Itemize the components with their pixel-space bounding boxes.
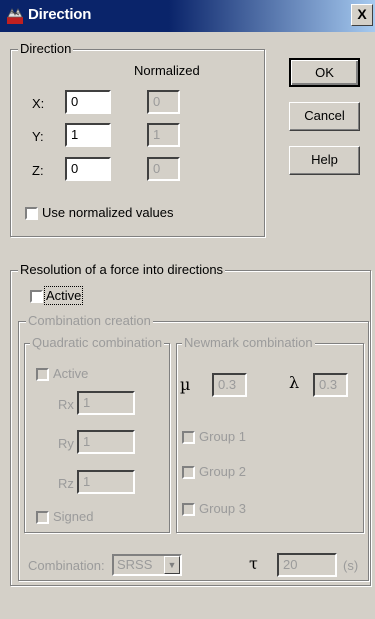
ok-button[interactable]: OK: [289, 58, 360, 87]
mu-input[interactable]: 0.3: [212, 373, 247, 397]
quadratic-active-label: Active: [53, 366, 89, 381]
window-title: Direction: [28, 6, 92, 23]
direction-group-label: Direction: [18, 41, 74, 56]
chevron-down-icon[interactable]: ▼: [164, 556, 180, 574]
resolution-active-checkbox[interactable]: [30, 290, 43, 303]
tau-symbol: τ: [249, 554, 258, 573]
newmark-group-label: Newmark combination: [182, 335, 315, 350]
z-input[interactable]: 0: [65, 157, 111, 181]
group-1-checkbox[interactable]: [182, 431, 195, 444]
x-input[interactable]: 0: [65, 90, 111, 114]
group-2-checkbox[interactable]: [182, 466, 195, 479]
quadratic-active-checkbox[interactable]: [36, 368, 49, 381]
rx-input[interactable]: 1: [77, 391, 135, 415]
ry-label: Ry: [58, 436, 74, 451]
lambda-symbol: λ: [289, 373, 300, 392]
tau-unit-label: (s): [343, 558, 359, 573]
y-input[interactable]: 1: [65, 123, 111, 147]
use-normalized-label: Use normalized values: [42, 205, 174, 220]
quadratic-group-label: Quadratic combination: [30, 335, 165, 350]
rz-input[interactable]: 1: [77, 470, 135, 494]
axis-label-z: Z:: [32, 163, 44, 178]
resolution-active-label: Active: [43, 286, 84, 305]
group-2-label: Group 2: [199, 464, 246, 479]
combination-select-value: SRSS: [117, 557, 153, 572]
title-bar: Direction X: [0, 0, 375, 32]
mu-symbol: µ: [180, 375, 191, 394]
axis-label-y: Y:: [32, 129, 44, 144]
z-normalized-field: 0: [147, 157, 180, 181]
combination-select[interactable]: SRSS ▼: [112, 554, 182, 576]
signed-label: Signed: [53, 509, 94, 524]
rx-label: Rx: [58, 397, 74, 412]
cancel-button[interactable]: Cancel: [289, 102, 360, 131]
help-button[interactable]: Help: [289, 146, 360, 175]
ry-input[interactable]: 1: [77, 430, 135, 454]
rz-label: Rz: [58, 476, 74, 491]
axis-label-x: X:: [32, 96, 45, 111]
lambda-input[interactable]: 0.3: [313, 373, 348, 397]
combination-creation-label: Combination creation: [26, 313, 153, 328]
x-normalized-field: 0: [147, 90, 180, 114]
app-icon: [7, 8, 23, 24]
close-button[interactable]: X: [351, 4, 373, 26]
group-3-label: Group 3: [199, 501, 246, 516]
normalized-header: Normalized: [134, 63, 200, 78]
tau-input[interactable]: 20: [277, 553, 337, 577]
group-3-checkbox[interactable]: [182, 503, 195, 516]
y-normalized-field: 1: [147, 123, 180, 147]
use-normalized-checkbox[interactable]: [25, 207, 38, 220]
group-1-label: Group 1: [199, 429, 246, 444]
combination-label: Combination:: [28, 558, 105, 573]
resolution-group-label: Resolution of a force into directions: [18, 262, 226, 277]
signed-checkbox[interactable]: [36, 511, 49, 524]
